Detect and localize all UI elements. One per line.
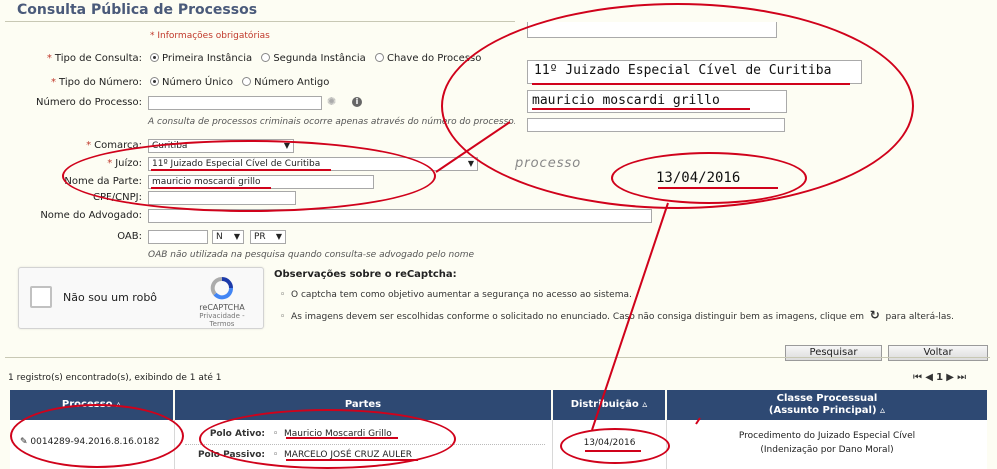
classe-text: Procedimento do Juizado Especial Cível <box>738 431 916 441</box>
required-note: * Informações obrigatórias <box>150 31 270 41</box>
loading-icon: ✺ <box>327 95 337 108</box>
chevron-down-icon: ▼ <box>275 232 282 241</box>
radio-numero-unico[interactable]: Número Único <box>150 77 233 88</box>
captcha-obs-item: ◦ As imagens devem ser escolhidas confor… <box>280 308 954 322</box>
cpf-input[interactable] <box>148 191 296 205</box>
tipo-numero-label: * Tipo do Número: <box>51 77 142 88</box>
underline-annotation <box>151 169 331 171</box>
cpf-label: CPF/CNPJ: <box>93 192 142 203</box>
last-page-icon[interactable]: ⏭ <box>957 372 966 383</box>
advogado-label: Nome do Advogado: <box>40 210 142 221</box>
nome-parte-label: Nome da Parte: <box>64 176 142 187</box>
prev-page-icon[interactable]: ◀ <box>925 372 933 383</box>
current-page: 1 <box>936 372 944 383</box>
col-processo[interactable]: Processo ▵ <box>10 390 173 420</box>
distribuicao-cell: 13/04/2016 <box>553 420 667 469</box>
comarca-select[interactable]: Curitiba ▼ <box>148 139 294 153</box>
recaptcha-brand: reCAPTCHA <box>199 303 245 312</box>
recaptcha-widget: Não sou um robô reCAPTCHA Privacidade - … <box>18 267 264 329</box>
chevron-down-icon: ▼ <box>233 232 240 241</box>
col-classe[interactable]: Classe Processual (Assunto Principal) ▵ <box>667 390 987 420</box>
zoom-inset: 11º Juizado Especial Cível de Curitiba m… <box>515 20 875 133</box>
radio-icon <box>261 53 271 62</box>
radio-icon <box>374 53 384 62</box>
comarca-label: * Comarca: <box>86 140 142 151</box>
oab-input[interactable] <box>148 230 208 244</box>
underline-annotation <box>532 83 850 85</box>
juizo-label: * Juízo: <box>107 158 142 169</box>
advogado-input[interactable] <box>148 209 652 223</box>
captcha-obs-title: Observações sobre o reCaptcha: <box>274 269 457 280</box>
chevron-down-icon: ▼ <box>467 159 474 168</box>
underline-annotation <box>658 187 778 189</box>
tipo-consulta-label: * Tipo de Consulta: <box>46 53 142 64</box>
radio-icon <box>150 53 159 62</box>
zoom-juizo-field: 11º Juizado Especial Cível de Curitiba <box>527 60 862 84</box>
underline-annotation <box>286 437 398 439</box>
oab-uf-select[interactable]: PR ▼ <box>250 230 286 244</box>
back-button[interactable]: Voltar <box>888 345 988 361</box>
underline-annotation <box>532 108 750 110</box>
zoom-comarca-field <box>527 22 777 38</box>
recaptcha-label: Não sou um robô <box>63 291 158 304</box>
row-divider <box>185 444 545 445</box>
numero-processo-input[interactable] <box>148 96 322 110</box>
oab-label: OAB: <box>117 231 142 242</box>
info-icon[interactable]: i <box>352 97 362 107</box>
zoom-processo-word: processo <box>515 156 582 171</box>
col-partes: Partes <box>175 390 551 420</box>
table-row: ✎ 0014289-94.2016.8.16.0182 <box>10 420 175 469</box>
page-title: Consulta Pública de Processos <box>5 2 663 22</box>
chevron-down-icon: ▼ <box>283 141 290 150</box>
polo-passivo-label: Polo Passivo: <box>197 450 265 460</box>
first-page-icon[interactable]: ⏮ <box>913 372 922 383</box>
sort-icon: ▵ <box>880 405 886 416</box>
zoom-date: 13/04/2016 <box>656 170 741 186</box>
radio-segunda-instancia[interactable]: Segunda Instância <box>261 53 366 64</box>
sort-icon: ▵ <box>642 399 648 410</box>
underline-annotation <box>286 459 418 461</box>
recaptcha-checkbox[interactable] <box>30 286 52 308</box>
tipo-consulta-group: Primeira Instância Segunda Instância Cha… <box>150 53 487 64</box>
search-button[interactable]: Pesquisar <box>785 345 882 361</box>
numero-processo-hint: A consulta de processos criminais ocorre… <box>148 117 517 127</box>
radio-icon <box>242 77 252 86</box>
polo-ativo-label: Polo Ativo: <box>209 429 265 439</box>
divider <box>5 357 990 358</box>
oab-tipo-select[interactable]: N ▼ <box>212 230 244 244</box>
radio-primeira-instancia[interactable]: Primeira Instância <box>150 53 252 64</box>
tipo-numero-group: Número Único Número Antigo <box>150 77 335 88</box>
oab-hint: OAB não utilizada na pesquisa quando con… <box>148 250 475 260</box>
recaptcha-terms[interactable]: Privacidade - Termos <box>187 312 257 328</box>
radio-numero-antigo[interactable]: Número Antigo <box>242 77 329 88</box>
sort-icon: ▵ <box>116 399 122 410</box>
radio-icon <box>150 77 159 86</box>
recaptcha-logo: reCAPTCHA Privacidade - Termos <box>187 276 257 328</box>
next-page-icon[interactable]: ▶ <box>946 372 954 383</box>
partes-cell: Polo Ativo: ◦ Mauricio Moscardi Grillo P… <box>175 420 553 469</box>
assunto-text: (Indenização por Dano Moral) <box>760 445 894 455</box>
col-distribuicao[interactable]: Distribuição ▵ <box>553 390 665 420</box>
results-count: 1 registro(s) encontrado(s), exibindo de… <box>8 373 222 383</box>
captcha-obs-item: ◦ O captcha tem como objetivo aumentar a… <box>280 290 632 300</box>
processo-link[interactable]: ✎ 0014289-94.2016.8.16.0182 <box>20 437 160 447</box>
pagination: ⏮ ◀ 1 ▶ ⏭ <box>913 372 966 383</box>
pencil-icon: ✎ <box>20 437 28 447</box>
refresh-icon[interactable]: ↻ <box>870 308 880 322</box>
recaptcha-icon <box>210 277 233 300</box>
classe-cell: Procedimento do Juizado Especial Cível (… <box>667 420 987 469</box>
underline-annotation <box>151 187 271 189</box>
zoom-cpf-field <box>527 118 785 132</box>
radio-chave-processo[interactable]: Chave do Processo <box>374 53 481 64</box>
underline-annotation <box>585 450 641 452</box>
distribuicao-date: 13/04/2016 <box>583 438 636 448</box>
numero-processo-label: Número do Processo: <box>36 97 142 108</box>
